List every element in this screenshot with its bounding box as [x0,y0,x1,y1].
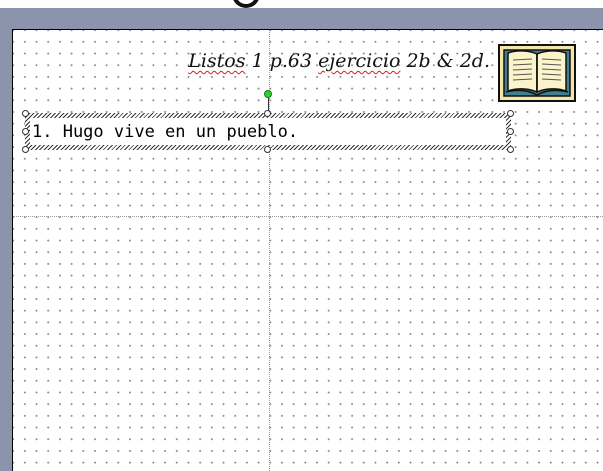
resize-handle-bottom-right[interactable] [507,146,514,153]
title-exercise-ref: 2b & 2d. [400,50,490,72]
title-word-listos: Listos [188,50,246,72]
partial-title-glyph [232,0,260,8]
resize-handle-top-center[interactable] [264,110,271,117]
rotate-handle-stem [268,97,269,111]
slide-title[interactable]: Listos 1 p.63 ejercicio 2b & 2d. [160,50,490,72]
text-box-content[interactable]: 1. Hugo vive en un pueblo. [32,122,298,142]
horizontal-guide[interactable] [13,216,603,217]
resize-handle-bottom-left[interactable] [22,146,29,153]
title-page-ref: 1 p.63 [245,50,319,72]
title-bar-edge [0,0,603,8]
resize-handle-middle-left[interactable] [22,128,29,135]
open-book-icon[interactable] [498,44,576,102]
title-word-ejercicio: ejercicio [318,50,401,72]
resize-handle-top-right[interactable] [507,110,514,117]
rotate-handle[interactable] [264,90,272,98]
resize-handle-bottom-center[interactable] [264,146,271,153]
selected-text-box[interactable]: 1. Hugo vive en un pueblo. [25,113,511,150]
resize-handle-top-left[interactable] [22,110,29,117]
resize-handle-middle-right[interactable] [507,128,514,135]
